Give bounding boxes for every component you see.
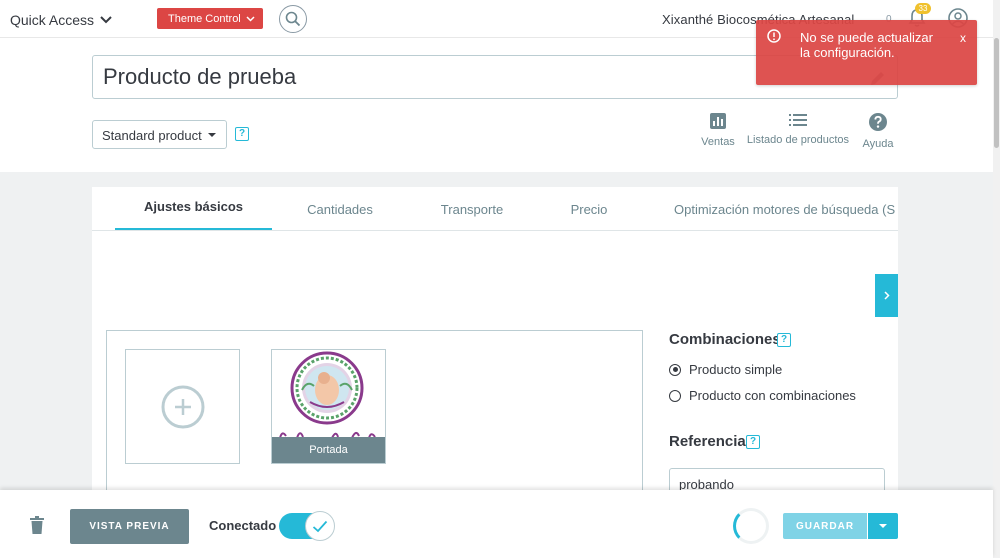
theme-control-label: Theme Control [168, 12, 241, 25]
cover-badge: Portada [272, 437, 385, 463]
scrollbar-thumb[interactable] [994, 38, 999, 148]
chevron-down-icon [100, 16, 112, 24]
caret-down-icon [208, 133, 216, 137]
combinations-help-icon[interactable]: ? [777, 333, 791, 347]
list-icon [789, 114, 807, 126]
preview-button[interactable]: VISTA PREVIA [70, 509, 189, 544]
combinations-title: Combinaciones [669, 331, 781, 348]
toolbar-product-list-button[interactable]: Listado de productos [744, 112, 852, 146]
tab-basic-settings[interactable]: Ajustes básicos [115, 187, 272, 230]
bar-chart-icon [710, 113, 726, 129]
product-image-thumbnail[interactable]: Portada [271, 349, 386, 464]
tab-shipping[interactable]: Transporte [422, 187, 522, 230]
save-options-dropdown[interactable] [868, 513, 898, 539]
radio-button-unchecked[interactable] [669, 389, 681, 402]
radio-product-with-combinations-label: Producto con combinaciones [689, 388, 856, 403]
chevron-right-icon [883, 291, 890, 300]
product-tabs: Ajustes básicos Cantidades Transporte Pr… [92, 187, 898, 231]
plus-circle-icon [161, 385, 204, 428]
toolbar-product-list-label: Listado de productos [746, 134, 850, 146]
product-type-value: Standard product [102, 128, 202, 143]
product-logo-image [279, 351, 376, 439]
reference-title: Referencia [669, 433, 746, 450]
side-panel-toggle[interactable] [875, 274, 898, 317]
online-status-label: Conectado [209, 518, 277, 533]
help-circle-icon [869, 113, 887, 131]
radio-product-with-combinations[interactable]: Producto con combinaciones [669, 388, 856, 403]
toolbar-sales-label: Ventas [701, 136, 735, 148]
tab-quantities[interactable]: Cantidades [292, 187, 388, 230]
toast-close-button[interactable]: x [960, 31, 966, 45]
search-icon [285, 11, 301, 27]
quick-access-menu[interactable]: Quick Access [10, 12, 112, 28]
error-toast: No se puede actualizar la configuración. [756, 20, 977, 85]
reference-help-icon[interactable]: ? [746, 435, 760, 449]
notifications-badge: 33 [915, 3, 931, 14]
radio-button-checked[interactable] [669, 363, 681, 376]
tab-pricing[interactable]: Precio [552, 187, 626, 230]
alert-circle-icon [767, 29, 781, 43]
toggle-knob [305, 511, 335, 541]
product-type-select[interactable]: Standard product [92, 120, 227, 149]
chevron-down-icon [246, 16, 255, 22]
search-button[interactable] [279, 5, 307, 33]
check-icon [312, 520, 328, 532]
online-toggle[interactable] [279, 511, 335, 541]
trash-icon [30, 516, 44, 534]
save-button[interactable]: GUARDAR [783, 513, 867, 539]
tab-seo[interactable]: Optimización motores de búsqueda (S [662, 187, 898, 230]
delete-product-button[interactable] [29, 516, 45, 540]
product-type-help-icon[interactable]: ? [235, 127, 249, 141]
toast-message: No se puede actualizar la configuración. [800, 30, 933, 60]
loading-spinner [733, 508, 769, 544]
toolbar-help-button[interactable]: Ayuda [860, 112, 896, 150]
radio-simple-product-label: Producto simple [689, 362, 783, 377]
add-image-button[interactable] [125, 349, 240, 464]
radio-simple-product[interactable]: Producto simple [669, 362, 782, 377]
toolbar-sales-button[interactable]: Ventas [700, 112, 736, 148]
toolbar-help-label: Ayuda [862, 138, 894, 150]
theme-control-button[interactable]: Theme Control [157, 8, 263, 29]
quick-access-label: Quick Access [10, 12, 95, 28]
